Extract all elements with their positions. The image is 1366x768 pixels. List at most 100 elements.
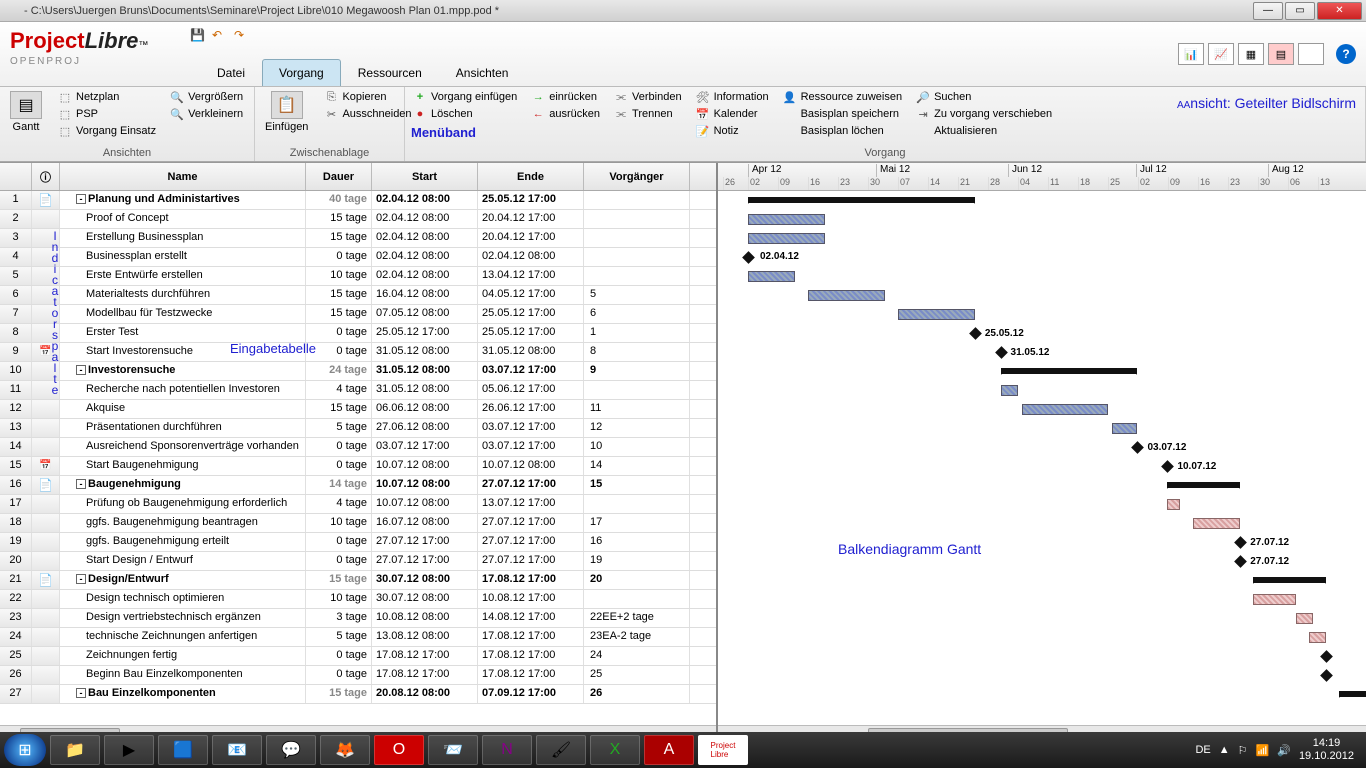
table-row[interactable]: 11Recherche nach potentiellen Investoren… bbox=[0, 381, 716, 400]
save-icon[interactable]: 💾 bbox=[190, 28, 206, 44]
start-button[interactable]: ⊞ bbox=[4, 734, 46, 766]
gantt-milestone[interactable] bbox=[1320, 650, 1333, 663]
table-row[interactable]: 17Prüfung ob Baugenehmigung erforderlich… bbox=[0, 495, 716, 514]
view-wbs-icon[interactable]: ▦ bbox=[1238, 43, 1264, 65]
gantt-task-bar[interactable] bbox=[808, 290, 885, 301]
table-row[interactable]: 15📅Start Baugenehmigung0 tage10.07.12 08… bbox=[0, 457, 716, 476]
unlink-button[interactable]: ⫘Trennen bbox=[612, 106, 684, 122]
link-button[interactable]: ⫘Verbinden bbox=[612, 89, 684, 105]
gantt-task-bar[interactable] bbox=[898, 309, 975, 320]
redo-icon[interactable]: ↷ bbox=[234, 28, 250, 44]
calendar-button[interactable]: 📅Kalender bbox=[694, 106, 771, 122]
view-blank-icon[interactable] bbox=[1298, 43, 1324, 65]
table-row[interactable]: 13Präsentationen durchführen5 tage27.06.… bbox=[0, 419, 716, 438]
table-row[interactable]: 7Modellbau für Testzwecke15 tage07.05.12… bbox=[0, 305, 716, 324]
cut-button[interactable]: ✂Ausschneiden bbox=[322, 106, 413, 122]
tray-volume-icon[interactable]: 🔊 bbox=[1277, 744, 1291, 757]
help-icon[interactable]: ? bbox=[1336, 44, 1356, 64]
gantt-summary-bar[interactable] bbox=[1167, 482, 1240, 488]
taskbar-app1[interactable]: 🟦 bbox=[158, 735, 208, 765]
table-row[interactable]: 3Erstellung Businessplan15 tage02.04.12 … bbox=[0, 229, 716, 248]
gantt-summary-bar[interactable] bbox=[748, 197, 975, 203]
taskbar-clock[interactable]: 14:19 19.10.2012 bbox=[1299, 737, 1354, 763]
taskbar-onenote[interactable]: N bbox=[482, 735, 532, 765]
table-row[interactable]: 8Erster Test0 tage25.05.12 17:0025.05.12… bbox=[0, 324, 716, 343]
taskbar-lang[interactable]: DE bbox=[1195, 744, 1210, 756]
taskbar-pdf[interactable]: A bbox=[644, 735, 694, 765]
scroll-to-task-button[interactable]: ⇥Zu vorgang verschieben bbox=[914, 106, 1054, 122]
indicator-column-header[interactable]: ⓘ bbox=[32, 163, 60, 190]
delete-button[interactable]: ●Löschen bbox=[411, 106, 519, 122]
gantt-task-bar[interactable] bbox=[1022, 404, 1108, 415]
table-row[interactable]: 1📄-Planung und Administartives40 tage02.… bbox=[0, 191, 716, 210]
gantt-task-bar[interactable] bbox=[1112, 423, 1138, 434]
indent-button[interactable]: →einrücken bbox=[529, 89, 602, 105]
predecessor-column-header[interactable]: Vorgänger bbox=[584, 163, 690, 190]
table-row[interactable]: 16📄-Baugenehmigung14 tage10.07.12 08:002… bbox=[0, 476, 716, 495]
psp-button[interactable]: ⬚PSP bbox=[56, 106, 158, 122]
table-row[interactable]: 27-Bau Einzelkomponenten15 tage20.08.12 … bbox=[0, 685, 716, 704]
table-row[interactable]: 10-Investorensuche24 tage31.05.12 08:000… bbox=[0, 362, 716, 381]
gantt-summary-bar[interactable] bbox=[1253, 577, 1326, 583]
table-row[interactable]: 24technische Zeichnungen anfertigen5 tag… bbox=[0, 628, 716, 647]
tab-ressourcen[interactable]: Ressourcen bbox=[341, 59, 439, 86]
tray-flag-icon[interactable]: ⚐ bbox=[1238, 744, 1248, 757]
table-row[interactable]: 21📄-Design/Entwurf15 tage30.07.12 08:001… bbox=[0, 571, 716, 590]
gantt-task-bar[interactable] bbox=[1296, 613, 1313, 624]
tab-ansichten[interactable]: Ansichten bbox=[439, 59, 526, 86]
table-row[interactable]: 20Start Design / Entwurf0 tage27.07.12 1… bbox=[0, 552, 716, 571]
taskbar-app2[interactable]: 📧 bbox=[212, 735, 262, 765]
tray-icon[interactable]: ▲ bbox=[1219, 744, 1230, 756]
taskbar-media[interactable]: ▶ bbox=[104, 735, 154, 765]
update-button[interactable]: Aktualisieren bbox=[914, 123, 1054, 139]
table-row[interactable]: 9📅Start Investorensuche0 tage31.05.12 08… bbox=[0, 343, 716, 362]
save-baseline-button[interactable]: Basisplan speichern bbox=[781, 106, 905, 122]
taskbar-outlook[interactable]: 📨 bbox=[428, 735, 478, 765]
assign-resource-button[interactable]: 👤Ressource zuweisen bbox=[781, 89, 905, 105]
table-row[interactable]: 19ggfs. Baugenehmigung erteilt0 tage27.0… bbox=[0, 533, 716, 552]
netzplan-button[interactable]: ⬚Netzplan bbox=[56, 89, 158, 105]
zoom-in-button[interactable]: 🔍Vergrößern bbox=[168, 89, 245, 105]
taskbar-excel[interactable]: X bbox=[590, 735, 640, 765]
gantt-task-bar[interactable] bbox=[1193, 518, 1240, 529]
duration-column-header[interactable]: Dauer bbox=[306, 163, 372, 190]
undo-icon[interactable]: ↶ bbox=[212, 28, 228, 44]
table-row[interactable]: 26Beginn Bau Einzelkomponenten0 tage17.0… bbox=[0, 666, 716, 685]
gantt-summary-bar[interactable] bbox=[1001, 368, 1138, 374]
taskbar-firefox[interactable]: 🦊 bbox=[320, 735, 370, 765]
table-row[interactable]: 25Zeichnungen fertig0 tage17.08.12 17:00… bbox=[0, 647, 716, 666]
close-button[interactable]: ✕ bbox=[1317, 2, 1362, 20]
end-column-header[interactable]: Ende bbox=[478, 163, 584, 190]
view-chart-icon[interactable]: 📊 bbox=[1178, 43, 1204, 65]
tray-network-icon[interactable]: 📶 bbox=[1256, 744, 1270, 757]
paste-button[interactable]: 📋Einfügen bbox=[261, 89, 312, 145]
gantt-milestone[interactable] bbox=[1234, 536, 1247, 549]
view-usage-icon[interactable]: ▤ bbox=[1268, 43, 1294, 65]
vorgang-einsatz-button[interactable]: ⬚Vorgang Einsatz bbox=[56, 123, 158, 139]
gantt-task-bar[interactable] bbox=[1253, 594, 1296, 605]
tab-vorgang[interactable]: Vorgang bbox=[262, 59, 341, 86]
table-row[interactable]: 6Materialtests durchführen15 tage16.04.1… bbox=[0, 286, 716, 305]
taskbar-projectlibre[interactable]: ProjectLibre bbox=[698, 735, 748, 765]
table-row[interactable]: 12Akquise15 tage06.06.12 08:0026.06.12 1… bbox=[0, 400, 716, 419]
maximize-button[interactable]: ▭ bbox=[1285, 2, 1315, 20]
gantt-milestone[interactable] bbox=[1320, 669, 1333, 682]
find-button[interactable]: 🔎Suchen bbox=[914, 89, 1054, 105]
gantt-milestone[interactable] bbox=[1162, 460, 1175, 473]
taskbar-app3[interactable]: 💬 bbox=[266, 735, 316, 765]
copy-button[interactable]: ⎘Kopieren bbox=[322, 89, 413, 105]
gantt-task-bar[interactable] bbox=[1167, 499, 1180, 510]
table-row[interactable]: 4Businessplan erstellt0 tage02.04.12 08:… bbox=[0, 248, 716, 267]
table-row[interactable]: 22Design technisch optimieren10 tage30.0… bbox=[0, 590, 716, 609]
outdent-button[interactable]: ←ausrücken bbox=[529, 106, 602, 122]
gantt-task-bar[interactable] bbox=[748, 214, 825, 225]
gantt-task-bar[interactable] bbox=[1309, 632, 1326, 643]
table-row[interactable]: 14Ausreichend Sponsorenverträge vorhande… bbox=[0, 438, 716, 457]
gantt-button[interactable]: ▤Gantt bbox=[6, 89, 46, 145]
taskbar-paint[interactable]: 🖌 bbox=[536, 735, 586, 765]
gantt-milestone[interactable] bbox=[969, 327, 982, 340]
start-column-header[interactable]: Start bbox=[372, 163, 478, 190]
insert-task-button[interactable]: +Vorgang einfügen bbox=[411, 89, 519, 105]
zoom-out-button[interactable]: 🔍Verkleinern bbox=[168, 106, 245, 122]
tab-datei[interactable]: Datei bbox=[200, 59, 262, 86]
